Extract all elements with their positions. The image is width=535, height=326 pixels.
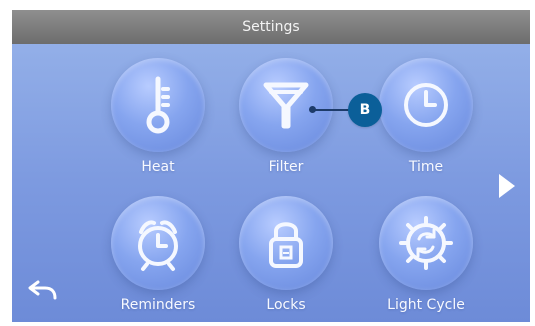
alarm-clock-icon	[127, 212, 189, 274]
callout-badge: B	[348, 93, 382, 127]
reminders-button[interactable]	[111, 196, 205, 290]
tile-locks[interactable]: Locks	[226, 196, 346, 320]
tile-light-cycle[interactable]: Light Cycle	[366, 196, 486, 320]
lock-icon	[259, 212, 313, 274]
back-arrow-icon	[26, 278, 60, 302]
light-cycle-icon	[395, 212, 457, 274]
settings-screen: Settings Heat Filter Time Reminders Lock…	[12, 10, 530, 322]
light-cycle-label: Light Cycle	[387, 297, 465, 313]
locks-label: Locks	[266, 297, 306, 313]
light-cycle-button[interactable]	[379, 196, 473, 290]
clock-icon	[397, 76, 455, 134]
callout-connector	[313, 109, 349, 111]
locks-button[interactable]	[239, 196, 333, 290]
thermometer-icon	[134, 73, 182, 137]
tile-reminders[interactable]: Reminders	[98, 196, 218, 320]
time-label: Time	[408, 159, 444, 175]
tile-time[interactable]: Time	[366, 58, 486, 182]
time-button[interactable]	[379, 58, 473, 152]
filter-button[interactable]	[239, 58, 333, 152]
reminders-label: Reminders	[120, 297, 196, 313]
back-button[interactable]	[26, 278, 60, 302]
heat-button[interactable]	[111, 58, 205, 152]
right-arrow-icon	[496, 171, 518, 201]
next-page-button[interactable]	[494, 173, 520, 199]
title-bar: Settings	[12, 10, 530, 44]
tile-heat[interactable]: Heat	[98, 58, 218, 182]
tile-filter[interactable]: Filter	[226, 58, 346, 182]
callout-dot	[309, 106, 316, 113]
filter-icon	[258, 75, 314, 135]
page-title: Settings	[242, 19, 300, 35]
filter-label: Filter	[268, 159, 304, 175]
heat-label: Heat	[141, 159, 175, 175]
